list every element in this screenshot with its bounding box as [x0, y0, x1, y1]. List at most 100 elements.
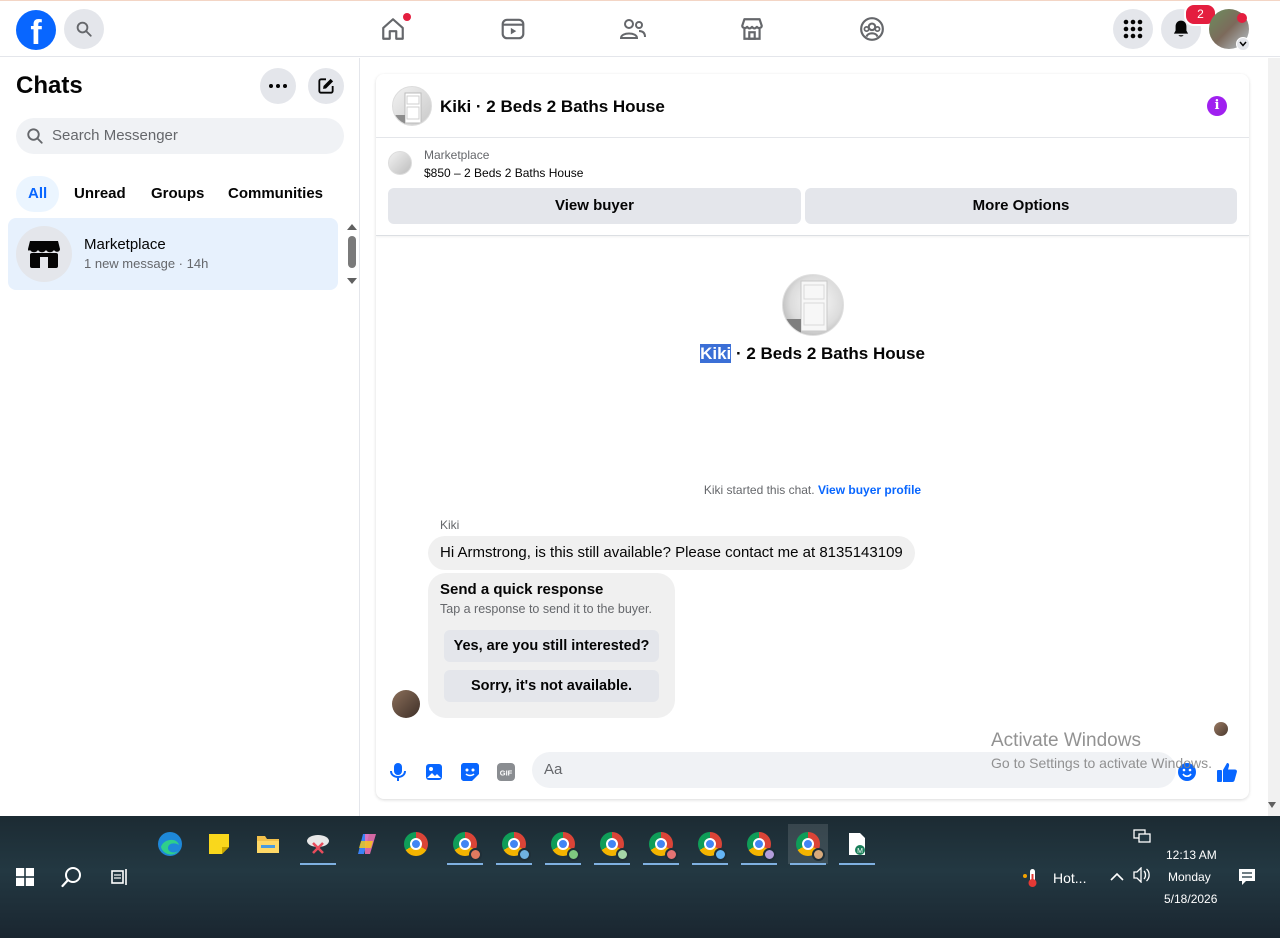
- weather-widget[interactable]: [1022, 868, 1042, 893]
- taskbar-chrome-profile-2[interactable]: [494, 824, 534, 865]
- copilot-icon: [358, 834, 376, 854]
- quick-reply-not-available[interactable]: Sorry, it's not available.: [444, 670, 659, 702]
- new-message-button[interactable]: [308, 68, 344, 104]
- listing-title[interactable]: $850 – 2 Beds 2 Baths House: [424, 166, 583, 180]
- windows-logo-icon: [16, 868, 34, 886]
- scroll-up-arrow[interactable]: [347, 224, 357, 230]
- quick-response-subtitle: Tap a response to send it to the buyer.: [440, 602, 652, 616]
- search-messenger-input[interactable]: Search Messenger: [16, 118, 344, 154]
- watermark-title: Activate Windows: [991, 730, 1141, 751]
- buyer-title-rest: · 2 Beds 2 Baths House: [731, 344, 925, 363]
- weather-text[interactable]: Hot...: [1053, 870, 1086, 886]
- notification-center-icon: [1239, 869, 1255, 885]
- folder-icon: [257, 836, 279, 853]
- chat-item-marketplace[interactable]: Marketplace 1 new message · 14h: [8, 218, 338, 290]
- filter-unread[interactable]: Unread: [62, 176, 138, 212]
- marketplace-tab[interactable]: [738, 15, 766, 43]
- taskbar-chrome[interactable]: [396, 824, 436, 864]
- attach-photo-button[interactable]: [422, 760, 446, 784]
- taskbar-file-explorer[interactable]: [248, 824, 288, 864]
- chrome-icon: [600, 832, 629, 861]
- marketplace-store-icon: [28, 241, 60, 268]
- sticker-icon: [461, 763, 479, 781]
- home-notification-dot: [403, 13, 411, 21]
- network-icon[interactable]: [1133, 829, 1151, 848]
- chrome-icon: [453, 832, 482, 861]
- groups-icon: [860, 17, 884, 41]
- search-icon: [27, 128, 43, 144]
- filter-all[interactable]: All: [16, 176, 60, 212]
- search-button[interactable]: [64, 9, 104, 49]
- taskbar-snipping-tool[interactable]: [298, 824, 338, 865]
- chevron-up-icon: [1110, 872, 1124, 881]
- taskbar-search-button[interactable]: [61, 866, 83, 893]
- message-input-placeholder: Aa: [544, 761, 563, 778]
- view-buyer-profile-link[interactable]: View buyer profile: [818, 483, 921, 497]
- menu-button[interactable]: [1113, 9, 1153, 49]
- marketplace-label: Marketplace: [424, 148, 490, 162]
- chat-options-button[interactable]: [260, 68, 296, 104]
- page-scrollbar[interactable]: [1268, 58, 1280, 816]
- sidebar-scrollbar-thumb[interactable]: [348, 236, 356, 268]
- marketplace-icon: [741, 18, 763, 40]
- door-photo-icon: [393, 92, 422, 125]
- buyer-title: Kiki · 2 Beds 2 Baths House: [376, 344, 1249, 364]
- message-sender: Kiki: [440, 518, 460, 532]
- taskbar-chrome-profile-4[interactable]: [592, 824, 632, 865]
- chrome-icon: [551, 832, 580, 861]
- active-indicator: [692, 863, 728, 865]
- info-icon[interactable]: i: [1207, 96, 1227, 116]
- facebook-logo[interactable]: f: [16, 10, 56, 50]
- groups-tab[interactable]: [858, 15, 886, 43]
- page-scroll-down-arrow[interactable]: [1268, 802, 1276, 808]
- friends-tab[interactable]: [619, 15, 647, 43]
- clock-time[interactable]: 12:13 AM: [1166, 848, 1217, 862]
- taskbar-chrome-profile-6[interactable]: [690, 824, 730, 865]
- search-placeholder: Search Messenger: [52, 127, 178, 144]
- conversation-title[interactable]: Kiki · 2 Beds 2 Baths House: [440, 97, 665, 117]
- task-view-button[interactable]: [111, 868, 129, 891]
- view-buyer-button[interactable]: View buyer: [388, 188, 801, 224]
- sticker-button[interactable]: [458, 760, 482, 784]
- taskbar-chrome-profile-active[interactable]: [788, 824, 828, 865]
- taskbar-chrome-profile-3[interactable]: [543, 824, 583, 865]
- conversation-panel: Kiki · 2 Beds 2 Baths House i Marketplac…: [376, 74, 1249, 799]
- action-center-button[interactable]: [1238, 868, 1256, 891]
- sender-avatar[interactable]: [392, 690, 420, 718]
- gif-button[interactable]: GIF: [494, 760, 518, 784]
- volume-button[interactable]: [1133, 866, 1151, 887]
- video-tab[interactable]: [499, 15, 527, 43]
- voice-clip-button[interactable]: [386, 760, 410, 784]
- account-dropdown[interactable]: [1236, 37, 1250, 51]
- conversation-avatar[interactable]: [392, 86, 432, 126]
- message-bubble[interactable]: Hi Armstrong, is this still available? P…: [428, 536, 915, 570]
- taskbar-document-app[interactable]: M: [837, 824, 877, 865]
- thermometer-icon: [1023, 869, 1037, 887]
- start-button[interactable]: [16, 868, 34, 891]
- clock-day: Monday: [1168, 870, 1211, 884]
- scroll-down-arrow[interactable]: [347, 278, 357, 284]
- taskbar-sticky-notes[interactable]: [199, 824, 239, 864]
- home-tab[interactable]: [379, 13, 411, 43]
- taskbar-edge[interactable]: [150, 824, 190, 864]
- like-button[interactable]: [1215, 760, 1239, 784]
- filter-groups[interactable]: Groups: [139, 176, 216, 212]
- microphone-icon: [390, 763, 406, 781]
- windows-taskbar: M Hot... 12:13 AM Monday 5/18/2026: [0, 816, 1280, 938]
- taskbar-copilot[interactable]: [347, 824, 387, 864]
- filter-communities[interactable]: Communities: [216, 176, 335, 212]
- taskbar-chrome-profile-1[interactable]: [445, 824, 485, 865]
- active-indicator: [790, 863, 826, 865]
- taskbar-chrome-profile-7[interactable]: [739, 824, 779, 865]
- chat-started-notice: Kiki started this chat. View buyer profi…: [376, 483, 1249, 497]
- chevron-down-icon: [1239, 41, 1247, 47]
- chat-name: Marketplace: [84, 236, 166, 253]
- active-indicator: [545, 863, 581, 865]
- svg-text:GIF: GIF: [500, 769, 513, 778]
- show-hidden-icons-button[interactable]: [1110, 869, 1124, 886]
- buyer-profile-photo[interactable]: [782, 274, 844, 336]
- quick-reply-interested[interactable]: Yes, are you still interested?: [444, 630, 659, 662]
- active-indicator: [594, 863, 630, 865]
- taskbar-chrome-profile-5[interactable]: [641, 824, 681, 865]
- more-options-button[interactable]: More Options: [805, 188, 1237, 224]
